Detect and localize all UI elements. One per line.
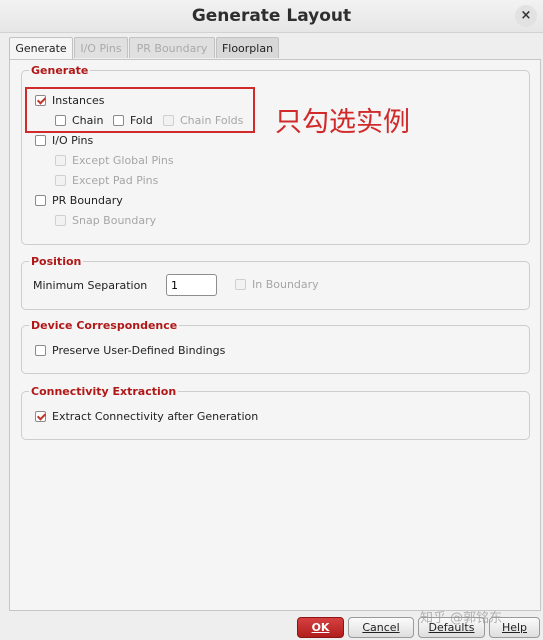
generate-legend: Generate bbox=[31, 64, 89, 77]
extract-connectivity-checkbox[interactable]: Extract Connectivity after Generation bbox=[35, 409, 258, 425]
checkbox-icon bbox=[35, 195, 46, 206]
close-icon: × bbox=[520, 8, 532, 23]
min-separation-label: Minimum Separation bbox=[33, 279, 148, 292]
io-pins-checkbox[interactable]: I/O Pins bbox=[35, 133, 93, 149]
pr-boundary-label: PR Boundary bbox=[52, 194, 123, 207]
position-legend: Position bbox=[31, 255, 82, 268]
tab-floorplan[interactable]: Floorplan bbox=[216, 37, 279, 58]
connectivity-extraction-legend: Connectivity Extraction bbox=[31, 385, 177, 398]
instances-highlight-box bbox=[25, 87, 255, 133]
title-bar: Generate Layout × bbox=[0, 0, 543, 33]
cancel-button[interactable]: Cancel bbox=[348, 617, 414, 638]
checkbox-disabled-icon bbox=[55, 215, 66, 226]
pr-boundary-checkbox[interactable]: PR Boundary bbox=[35, 193, 123, 209]
io-pins-label: I/O Pins bbox=[52, 134, 94, 147]
tab-generate[interactable]: Generate bbox=[9, 37, 73, 60]
except-global-pins-label: Except Global Pins bbox=[72, 154, 174, 167]
in-boundary-checkbox[interactable]: In Boundary bbox=[235, 277, 319, 293]
checkbox-disabled-icon bbox=[55, 155, 66, 166]
except-pad-pins-checkbox[interactable]: Except Pad Pins bbox=[55, 173, 158, 189]
checkbox-disabled-icon bbox=[55, 175, 66, 186]
watermark: 知乎 @郭铭东 bbox=[420, 611, 503, 626]
close-button[interactable]: × bbox=[515, 5, 537, 27]
ok-button[interactable]: OK bbox=[297, 617, 344, 638]
checkbox-disabled-icon bbox=[235, 279, 246, 290]
except-pad-pins-label: Except Pad Pins bbox=[72, 174, 159, 187]
in-boundary-label: In Boundary bbox=[252, 278, 319, 291]
extract-connectivity-label: Extract Connectivity after Generation bbox=[52, 410, 259, 423]
tab-io-pins[interactable]: I/O Pins bbox=[74, 37, 128, 58]
checkbox-checked-icon bbox=[35, 411, 46, 422]
checkbox-icon bbox=[35, 135, 46, 146]
min-separation-input[interactable] bbox=[166, 274, 217, 296]
window-title: Generate Layout bbox=[191, 6, 352, 26]
annotation-text: 只勾选实例 bbox=[275, 107, 410, 138]
snap-boundary-checkbox[interactable]: Snap Boundary bbox=[55, 213, 156, 229]
checkbox-icon bbox=[35, 345, 46, 356]
preserve-bindings-label: Preserve User-Defined Bindings bbox=[52, 344, 226, 357]
device-correspondence-legend: Device Correspondence bbox=[31, 319, 178, 332]
except-global-pins-checkbox[interactable]: Except Global Pins bbox=[55, 153, 174, 169]
tab-pr-boundary[interactable]: PR Boundary bbox=[129, 37, 215, 58]
preserve-bindings-checkbox[interactable]: Preserve User-Defined Bindings bbox=[35, 343, 225, 359]
snap-boundary-label: Snap Boundary bbox=[72, 214, 157, 227]
